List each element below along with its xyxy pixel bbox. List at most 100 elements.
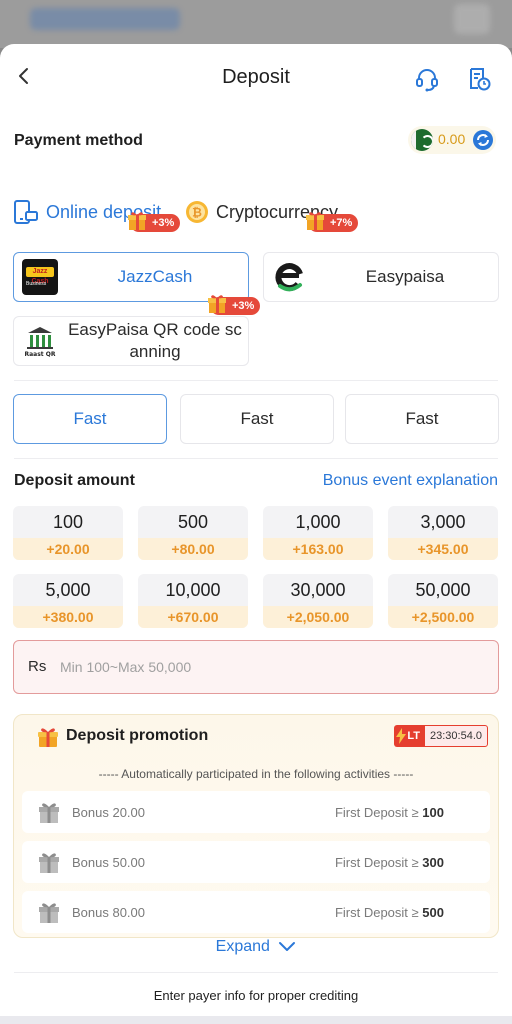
amount-bonus: +2,500.00 (388, 606, 498, 628)
condition-text: First Deposit ≥ (334, 905, 419, 920)
channel-easypaisa-qr[interactable]: Raast QR EasyPaisa QR code sc anning (13, 316, 249, 366)
channel-easypaisa[interactable]: Easypaisa (263, 252, 499, 302)
channel-name-line2: anning (129, 342, 181, 361)
bottom-bar (0, 1016, 512, 1024)
lt-label: LT (394, 725, 424, 747)
amount-bonus: +80.00 (138, 538, 248, 560)
gift-icon (39, 903, 59, 923)
amount-option-5000[interactable]: 5,000 +380.00 (13, 574, 123, 628)
expand-label: Expand (215, 938, 270, 955)
bitcoin-icon: ₿ (186, 201, 208, 223)
badge-text: +3% (232, 300, 255, 312)
promotion-bonus: Bonus 80.00 (72, 905, 146, 920)
channel-name: EasyPaisa QR code sc anning (62, 319, 248, 363)
blurred-button (454, 4, 490, 34)
payment-method-label: Payment method (14, 132, 143, 149)
chevron-down-icon (279, 941, 296, 951)
amount-value: 100 (52, 512, 84, 532)
promotion-condition: First Deposit ≥ 300 (335, 855, 444, 870)
deposit-promotion-panel: Deposit promotion LT 23:30:54.0 ----- Au… (13, 714, 499, 938)
background-app (0, 0, 512, 48)
channel-name: JazzCash (117, 267, 193, 286)
amount-option-1000[interactable]: 1,000 +163.00 (263, 506, 373, 560)
deposit-amount-label: Deposit amount (14, 472, 135, 489)
gift-icon (208, 295, 226, 313)
lightning-icon (396, 728, 406, 744)
amount-value: 30,000 (290, 580, 346, 600)
condition-amount: 100 (422, 805, 444, 820)
amount-value: 5,000 (45, 580, 91, 600)
currency-label: Rs (28, 658, 47, 675)
condition-amount: 300 (422, 855, 444, 870)
balance-pill: 0.00 (408, 126, 496, 154)
amount-option-50000[interactable]: 50,000 +2,500.00 (388, 574, 498, 628)
promotion-title: Deposit promotion (66, 727, 209, 744)
deposit-sheet: Deposit Payment method 0.00 Online depos… (0, 44, 512, 1016)
bonus-event-link[interactable]: Bonus event explanation (323, 472, 498, 490)
speed-option-1[interactable]: Fast (13, 394, 167, 444)
amount-input[interactable] (58, 653, 482, 681)
condition-amount: 500 (422, 905, 444, 920)
gift-icon (306, 212, 324, 230)
support-button[interactable] (414, 66, 440, 92)
jazzcash-logo-text: Jazz Cash (26, 267, 54, 285)
promotion-condition: First Deposit ≥ 500 (335, 905, 444, 920)
amount-bonus: +2,050.00 (263, 606, 373, 628)
refresh-icon (473, 130, 493, 150)
countdown-timer: 23:30:54.0 (424, 725, 488, 747)
refresh-button[interactable] (472, 129, 494, 151)
promotion-row: Bonus 50.00 First Deposit ≥ 300 (22, 841, 490, 883)
divider (14, 380, 498, 381)
amount-option-3000[interactable]: 3,000 +345.00 (388, 506, 498, 560)
amount-option-30000[interactable]: 30,000 +2,050.00 (263, 574, 373, 628)
online-deposit-badge: +3% (128, 212, 181, 232)
gift-icon (39, 803, 59, 823)
jazzcash-logo-sub: Business (26, 281, 47, 287)
promotion-subtitle: ----- Automatically participated in the … (98, 767, 414, 781)
speed-option-3[interactable]: Fast (345, 394, 499, 444)
amount-option-500[interactable]: 500 +80.00 (138, 506, 248, 560)
amount-input-box: Rs (13, 640, 499, 694)
easypaisa-qr-badge: +3% (208, 295, 261, 315)
limited-time-badge: LT 23:30:54.0 (394, 725, 488, 747)
amount-value: 3,000 (420, 512, 466, 532)
amount-bonus: +20.00 (13, 538, 123, 560)
balance-amount: 0.00 (438, 131, 466, 147)
amount-bonus: +380.00 (13, 606, 123, 628)
jazzcash-logo: Jazz Cash Business (22, 259, 58, 295)
phone-card-icon (14, 200, 38, 224)
expand-button[interactable]: Expand (0, 938, 512, 956)
amount-option-10000[interactable]: 10,000 +670.00 (138, 574, 248, 628)
promotion-row: Bonus 20.00 First Deposit ≥ 100 (22, 791, 490, 833)
gift-icon (38, 728, 58, 747)
amount-value: 10,000 (165, 580, 221, 600)
promotion-bonus: Bonus 20.00 (72, 805, 146, 820)
cryptocurrency-badge: +7% (306, 212, 359, 232)
amount-bonus: +163.00 (263, 538, 373, 560)
easypaisa-logo (272, 259, 308, 295)
promotion-row: Bonus 80.00 First Deposit ≥ 500 (22, 891, 490, 933)
svg-text:₿: ₿ (192, 206, 202, 220)
payer-info-note: Enter payer info for proper crediting (153, 988, 359, 1003)
raast-qr-logo: Raast QR (22, 323, 58, 359)
document-clock-icon (470, 68, 491, 91)
channel-name: Easypaisa (365, 267, 445, 286)
header: Deposit (0, 44, 512, 112)
headset-icon (416, 69, 438, 92)
history-button[interactable] (466, 66, 492, 92)
amount-value: 50,000 (415, 580, 471, 600)
amount-option-100[interactable]: 100 +20.00 (13, 506, 123, 560)
lt-text: LT (407, 730, 420, 742)
amount-value: 1,000 (295, 512, 341, 532)
promotion-bonus: Bonus 50.00 (72, 855, 146, 870)
gift-icon (128, 212, 146, 230)
bank-icon: Raast QR (25, 327, 56, 358)
promotion-condition: First Deposit ≥ 100 (335, 805, 444, 820)
amount-bonus: +345.00 (388, 538, 498, 560)
badge-text: +7% (330, 217, 353, 229)
divider (14, 972, 498, 973)
blurred-logo (30, 8, 180, 30)
divider (14, 458, 498, 459)
channel-name-line1: EasyPaisa QR code sc (68, 320, 242, 339)
speed-option-2[interactable]: Fast (180, 394, 334, 444)
